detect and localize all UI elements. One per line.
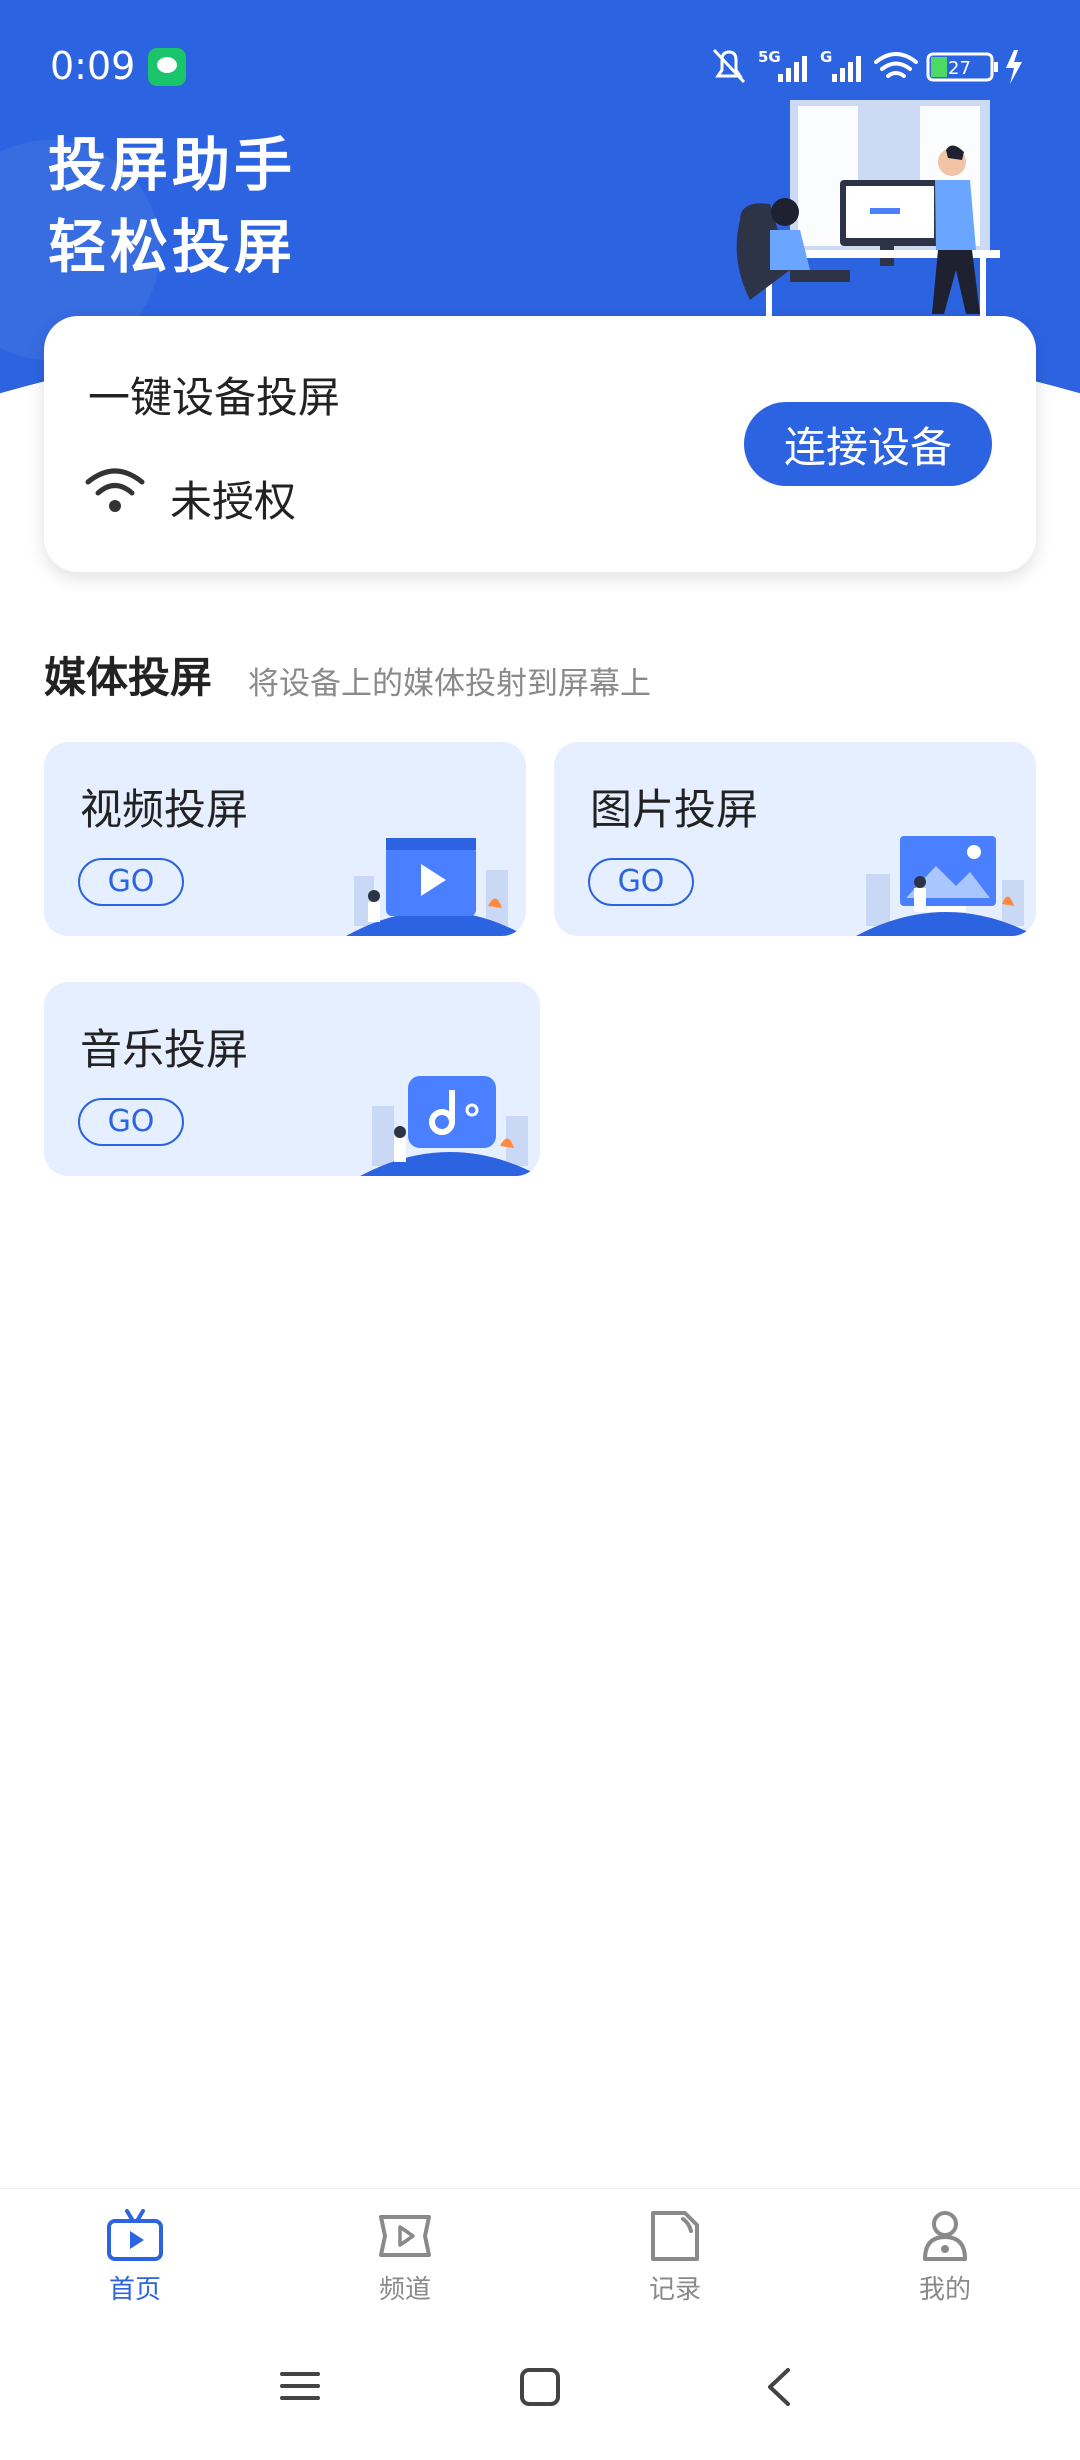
system-navigation-bar <box>0 2330 1080 2460</box>
auth-status: 未授权 <box>170 477 297 526</box>
image-cast-label: 图片投屏 <box>590 785 759 834</box>
menu-icon[interactable] <box>278 2366 322 2406</box>
wifi-status-icon <box>874 52 918 78</box>
nav-item-home[interactable]: 首页 <box>55 2209 215 2319</box>
signal-bars-2-icon <box>832 56 861 82</box>
image-go-button[interactable]: GO <box>588 858 694 906</box>
image-cast-card[interactable]: 图片投屏 GO <box>554 742 1036 936</box>
video-go-button[interactable]: GO <box>78 858 184 906</box>
section-title: 媒体投屏 <box>44 653 213 702</box>
connect-card-title: 一键设备投屏 <box>88 373 341 422</box>
network-g-label: G <box>820 48 832 66</box>
hero-title-line1: 投屏助手 <box>48 131 297 199</box>
hero-title-line2: 轻松投屏 <box>48 213 297 281</box>
nav-item-channel[interactable]: 频道 <box>325 2209 485 2319</box>
record-doc-icon <box>651 2211 699 2261</box>
status-time: 0:09 <box>50 44 136 88</box>
back-icon[interactable] <box>758 2366 802 2408</box>
video-cast-card[interactable]: 视频投屏 GO <box>44 742 526 936</box>
connect-card: 一键设备投屏 未授权 连接设备 <box>44 316 1036 572</box>
wifi-icon <box>85 468 145 512</box>
connect-device-button[interactable]: 连接设备 <box>744 402 992 486</box>
battery-level: 27 <box>948 58 971 79</box>
signal-bars-1-icon <box>778 56 807 82</box>
video-illustration <box>346 838 526 936</box>
nav-label-mine: 我的 <box>918 2275 971 2305</box>
network-5g-label: 5G <box>758 48 781 66</box>
section-subtitle: 将设备上的媒体投射到屏幕上 <box>248 666 651 702</box>
music-cast-label: 音乐投屏 <box>80 1025 249 1074</box>
home-square-icon[interactable] <box>518 2366 562 2408</box>
image-illustration <box>856 836 1036 936</box>
mute-bell-icon <box>712 48 746 84</box>
status-icons: 5G G 27 <box>712 48 1022 84</box>
music-go-button[interactable]: GO <box>78 1098 184 1146</box>
bottom-nav: 首页 频道 记录 我的 <box>0 2188 1080 2329</box>
hero-illustration <box>736 100 1000 318</box>
nav-label-channel: 频道 <box>378 2275 431 2305</box>
battery-icon: 27 <box>926 50 1022 84</box>
nav-item-record[interactable]: 记录 <box>595 2209 755 2319</box>
nav-label-record: 记录 <box>648 2275 701 2305</box>
wechat-notification-icon <box>148 48 186 86</box>
user-icon <box>923 2211 967 2261</box>
video-play-icon <box>379 2215 431 2257</box>
nav-label-home: 首页 <box>108 2275 161 2305</box>
nav-item-mine[interactable]: 我的 <box>865 2209 1025 2319</box>
tv-icon <box>107 2209 163 2261</box>
music-illustration <box>360 1076 540 1176</box>
music-cast-card[interactable]: 音乐投屏 GO <box>44 982 540 1176</box>
video-cast-label: 视频投屏 <box>80 785 249 834</box>
